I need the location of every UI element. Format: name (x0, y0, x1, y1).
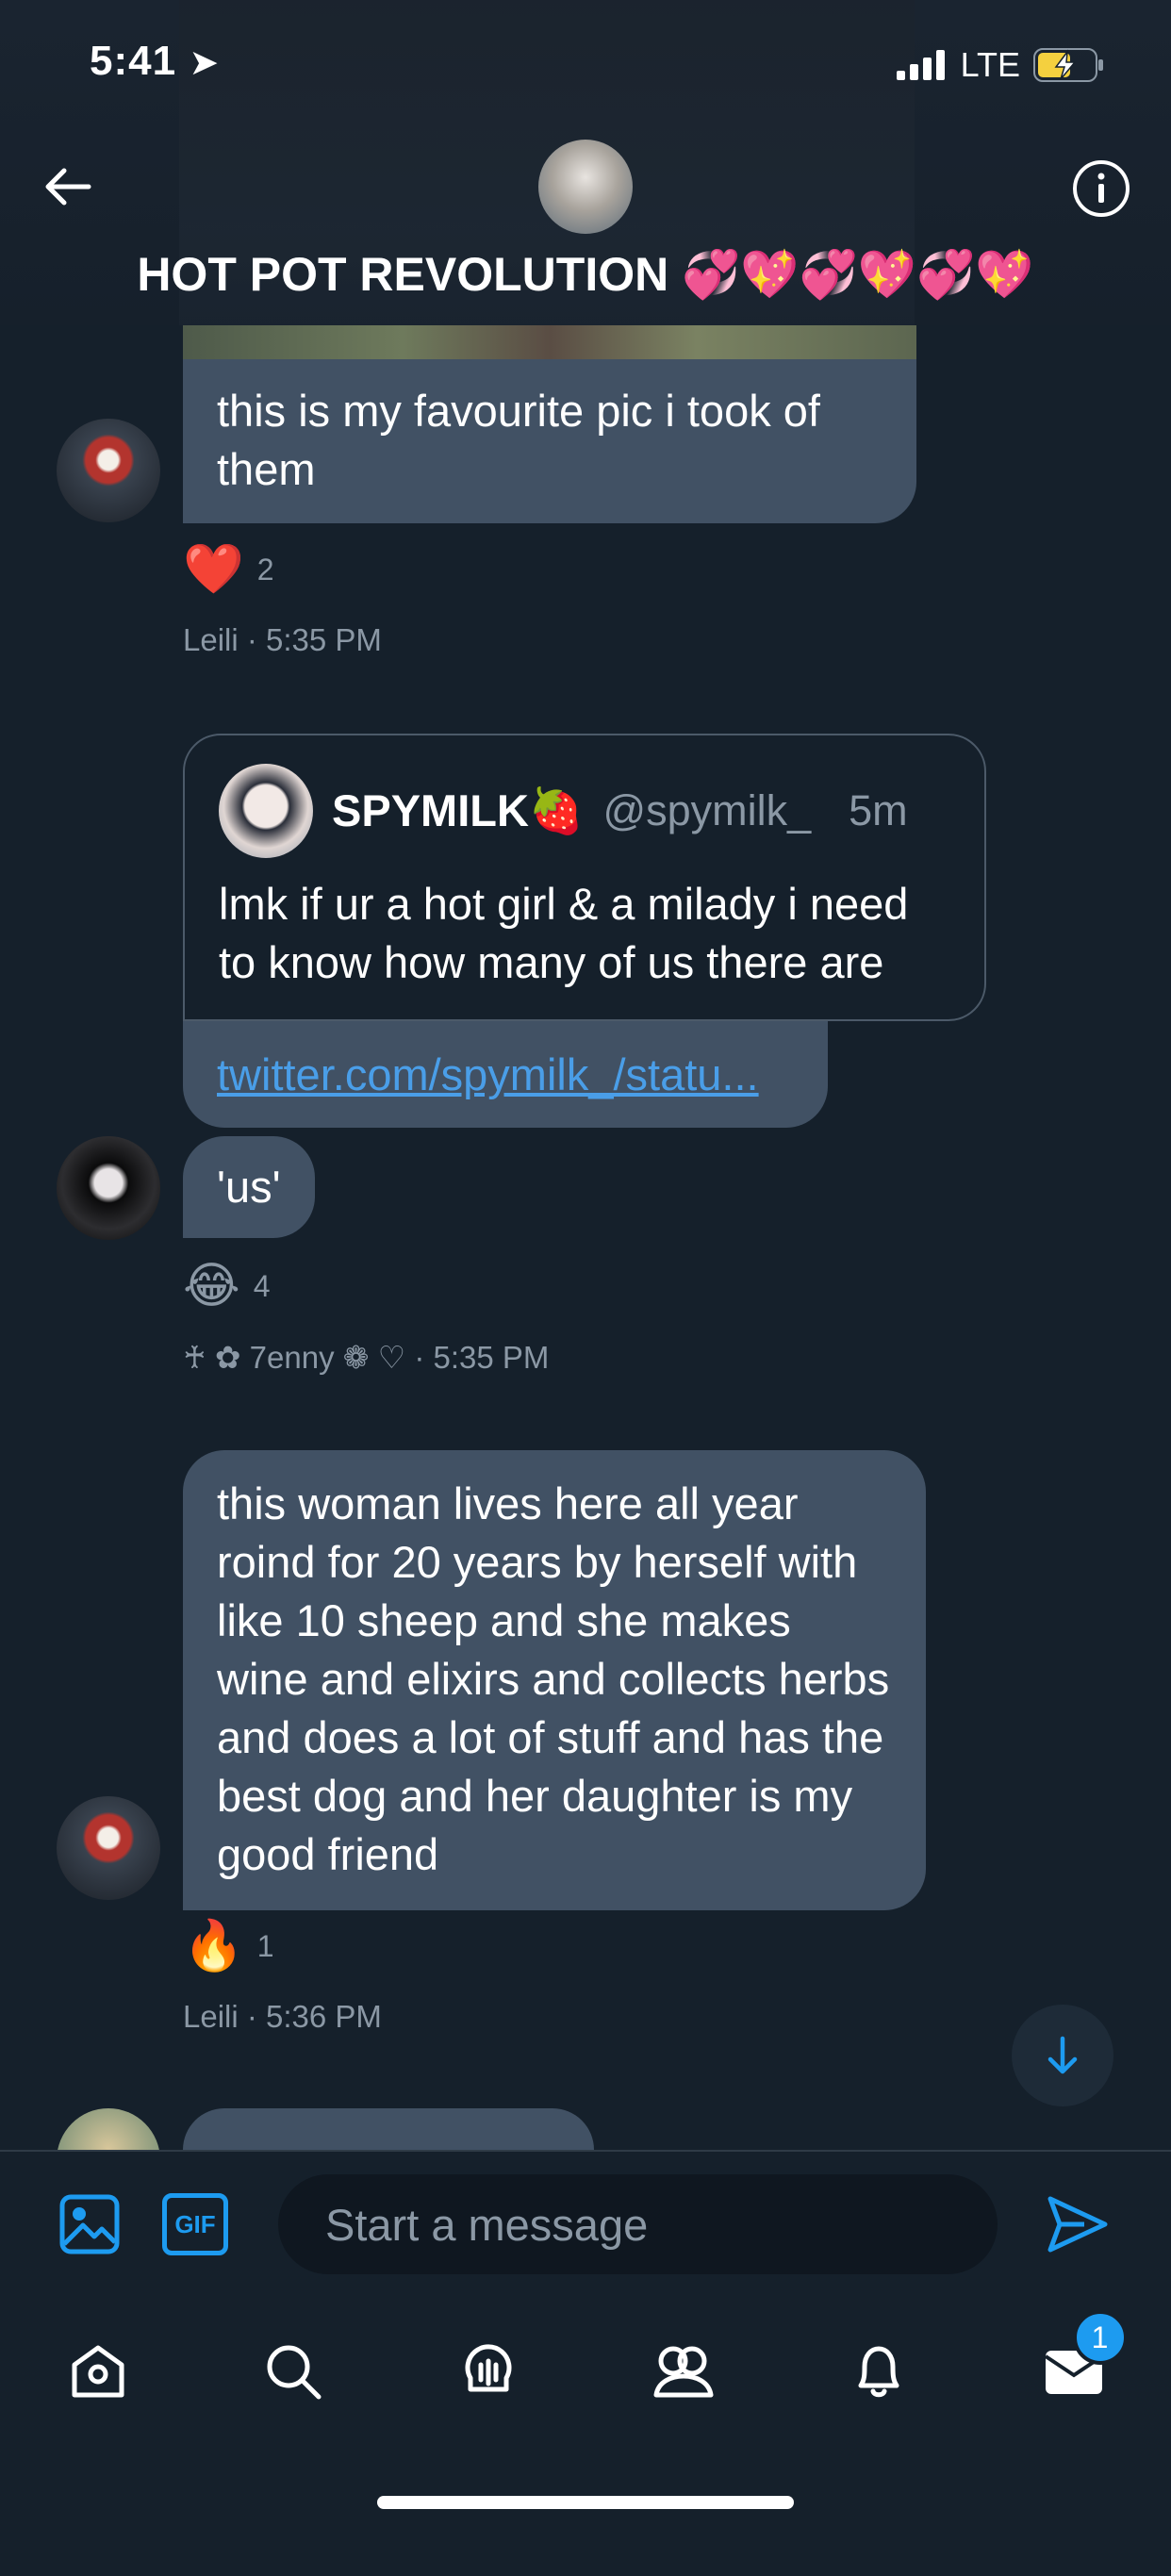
conversation-title[interactable]: HOT POT REVOLUTION 💞💖💞💖💞💖 (0, 247, 1171, 303)
avatar-leili[interactable] (57, 1796, 160, 1900)
nav-messages[interactable]: 1 (1031, 2310, 1128, 2414)
title-emoji: 💞💖💞💖💞💖 (682, 248, 1034, 301)
nav-notifications[interactable] (836, 2329, 921, 2414)
communities-icon (653, 2346, 713, 2398)
network-label: LTE (960, 45, 1020, 84)
nav-search[interactable] (251, 2329, 336, 2414)
reaction-count: 2 (256, 552, 274, 586)
heart-reaction-icon: ❤️ (183, 542, 244, 597)
search-icon (267, 2345, 321, 2400)
laughing-reaction-icon: 😂 (183, 1259, 240, 1313)
avatar-leili[interactable] (57, 419, 160, 522)
back-arrow-icon[interactable] (40, 158, 96, 215)
status-indicators: LTE (896, 45, 1105, 85)
quoted-tweet-text: lmk if ur a hot girl & a milady i need t… (219, 879, 909, 987)
gif-icon[interactable]: GIF (162, 2193, 228, 2255)
shared-photo[interactable] (183, 325, 916, 359)
quoted-author-name: SPYMILK🍓 (332, 785, 585, 835)
message-meta: Leili · 5:36 PM (183, 1999, 382, 2034)
scroll-to-bottom-button[interactable] (1012, 2005, 1113, 2106)
send-icon[interactable] (1047, 2195, 1109, 2254)
spaces-icon (465, 2344, 511, 2392)
arrow-down-icon (1047, 2036, 1078, 2074)
message-reaction[interactable]: ❤️ 2 (183, 541, 274, 598)
bell-icon (858, 2346, 899, 2398)
message-bubble[interactable]: 'us' (183, 1136, 315, 1238)
location-arrow-icon: ➤ (189, 43, 221, 83)
signal-icon (896, 50, 945, 80)
message-bubble[interactable]: this woman lives here all year roind for… (183, 1450, 926, 1910)
fire-reaction-icon: 🔥 (183, 1919, 244, 1973)
image-icon[interactable] (58, 2193, 121, 2255)
message-meta: ♰ ✿ 7enny ❁ ♡ · 5:35 PM (183, 1340, 550, 1375)
info-icon[interactable] (1071, 158, 1131, 219)
status-time: 5:41 ➤ (90, 38, 221, 84)
avatar-7enny[interactable] (57, 1136, 160, 1240)
bottom-navigation: 1 (0, 2310, 1171, 2423)
message-input-placeholder: Start a message (325, 2199, 649, 2250)
message-reaction[interactable]: 🔥 1 (183, 1918, 274, 1974)
reaction-count: 1 (256, 1928, 274, 1963)
home-indicator[interactable] (377, 2496, 794, 2509)
nav-communities[interactable] (641, 2329, 726, 2414)
conversation-title-text: HOT POT REVOLUTION (137, 248, 669, 301)
quoted-author-avatar (219, 764, 313, 858)
home-icon (72, 2345, 124, 2398)
nav-spaces[interactable] (446, 2329, 531, 2414)
reaction-count: 4 (253, 1268, 271, 1303)
group-avatar[interactable] (538, 140, 633, 234)
message-input[interactable]: Start a message (278, 2174, 998, 2274)
quoted-tweet-card[interactable]: SPYMILK🍓 @spymilk_ 5m lmk if ur a hot gi… (183, 734, 986, 1021)
message-reaction[interactable]: 😂 4 (183, 1258, 271, 1314)
nav-home[interactable] (56, 2329, 140, 2414)
tweet-link[interactable]: twitter.com/spymilk_/statu... (183, 1021, 828, 1128)
battery-charging-icon (1033, 48, 1103, 82)
unread-badge: 1 (1072, 2310, 1128, 2365)
message-meta: Leili · 5:35 PM (183, 622, 382, 657)
quoted-tweet-time: 5m (849, 786, 908, 834)
message-bubble[interactable]: this is my favourite pic i took of them (183, 359, 916, 523)
quoted-author-handle: @spymilk_ (602, 786, 812, 834)
